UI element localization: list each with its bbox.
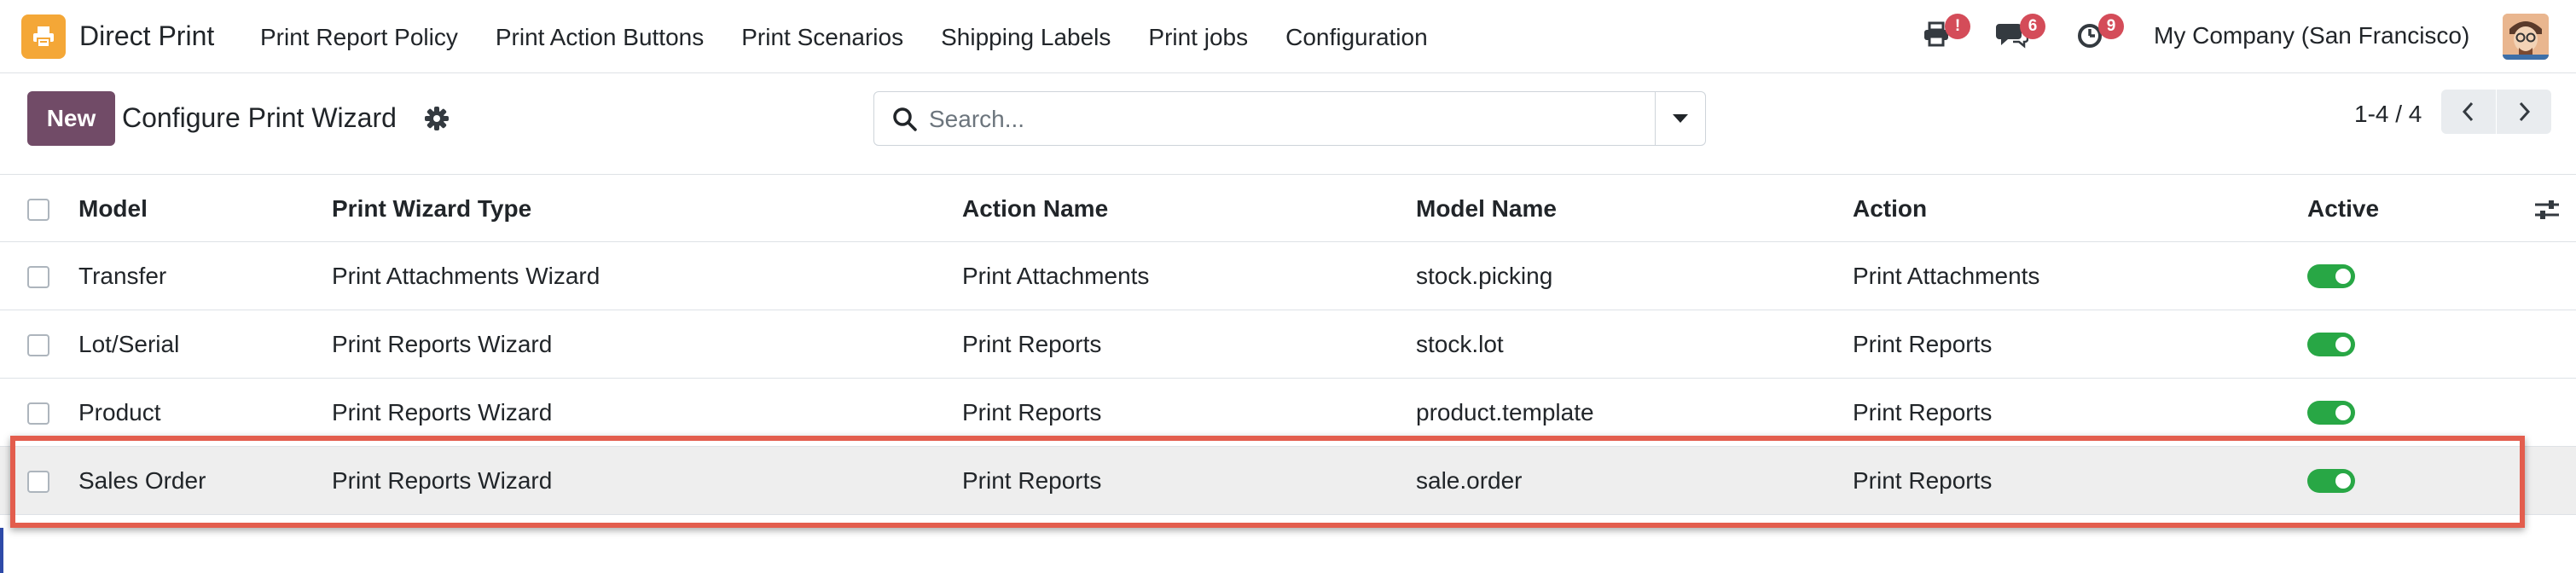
search-icon <box>893 107 917 131</box>
cell-action: Print Reports <box>1853 331 1993 357</box>
messages-badge: 6 <box>2020 14 2045 39</box>
printer-app-icon[interactable] <box>21 14 66 59</box>
cell-print-wizard-type: Print Reports Wizard <box>332 399 553 425</box>
cell-action: Print Attachments <box>1853 263 2040 289</box>
menu-item-print-jobs[interactable]: Print jobs <box>1148 22 1248 53</box>
cell-model: Product <box>78 399 161 425</box>
cell-model: Lot/Serial <box>78 331 180 357</box>
cell-model-name: sale.order <box>1416 467 1523 494</box>
active-toggle[interactable] <box>2307 333 2355 356</box>
search-input[interactable] <box>929 101 1662 138</box>
column-header-model[interactable]: Model <box>78 175 148 243</box>
cell-model-name: product.template <box>1416 399 1594 425</box>
new-button[interactable]: New <box>27 91 115 146</box>
menu-item-print-action-buttons[interactable]: Print Action Buttons <box>496 22 704 53</box>
menu-item-shipping-labels[interactable]: Shipping Labels <box>941 22 1111 53</box>
print-status-button[interactable]: ! <box>1921 14 1970 56</box>
table-row[interactable]: Sales Order Print Reports Wizard Print R… <box>0 447 2576 515</box>
window-edge <box>0 528 3 573</box>
activities-button[interactable]: 9 <box>2074 14 2124 56</box>
column-header-active[interactable]: Active <box>2307 175 2379 243</box>
active-toggle[interactable] <box>2307 469 2355 493</box>
search-options-toggle[interactable] <box>1655 92 1705 145</box>
row-checkbox[interactable] <box>27 266 49 288</box>
menu-item-configuration[interactable]: Configuration <box>1285 22 1428 53</box>
activities-badge: 9 <box>2098 14 2124 39</box>
list-table: Model Print Wizard Type Action Name Mode… <box>0 174 2576 515</box>
cell-print-wizard-type: Print Attachments Wizard <box>332 263 600 289</box>
cell-print-wizard-type: Print Reports Wizard <box>332 331 553 357</box>
chevron-left-icon <box>2462 101 2474 122</box>
cell-model: Sales Order <box>78 467 206 494</box>
column-header-print-wizard-type[interactable]: Print Wizard Type <box>332 175 531 243</box>
app-name[interactable]: Direct Print <box>79 19 214 53</box>
table-row[interactable]: Product Print Reports Wizard Print Repor… <box>0 379 2576 447</box>
active-toggle[interactable] <box>2307 264 2355 288</box>
row-checkbox[interactable] <box>27 402 49 425</box>
pager-next-button[interactable] <box>2497 90 2551 134</box>
cell-action: Print Reports <box>1853 467 1993 494</box>
table-row[interactable]: Lot/Serial Print Reports Wizard Print Re… <box>0 310 2576 379</box>
pager-previous-button[interactable] <box>2441 90 2496 134</box>
cell-model-name: stock.lot <box>1416 331 1504 357</box>
column-header-action[interactable]: Action <box>1853 175 1927 243</box>
print-status-badge: ! <box>1945 14 1970 39</box>
active-toggle[interactable] <box>2307 401 2355 425</box>
menu-item-print-report-policy[interactable]: Print Report Policy <box>260 22 458 53</box>
cell-model-name: stock.picking <box>1416 263 1553 289</box>
cell-action-name: Print Reports <box>962 467 1102 494</box>
optional-columns-icon[interactable] <box>2533 197 2561 223</box>
main-menu: Print Report Policy Print Action Buttons… <box>260 22 1465 53</box>
select-all-checkbox[interactable] <box>27 199 49 221</box>
page-title: Configure Print Wizard <box>122 102 397 133</box>
cell-model: Transfer <box>78 263 167 289</box>
table-header-row: Model Print Wizard Type Action Name Mode… <box>0 174 2576 242</box>
messages-button[interactable]: 6 <box>1996 14 2045 56</box>
user-avatar[interactable] <box>2503 14 2549 60</box>
company-switcher[interactable]: My Company (San Francisco) <box>2154 20 2469 51</box>
cell-action-name: Print Reports <box>962 399 1102 425</box>
row-checkbox[interactable] <box>27 334 49 356</box>
search-bar <box>873 91 1706 146</box>
caret-down-icon <box>1673 114 1688 123</box>
cell-action-name: Print Attachments <box>962 263 1150 289</box>
column-header-model-name[interactable]: Model Name <box>1416 175 1557 243</box>
table-row[interactable]: Transfer Print Attachments Wizard Print … <box>0 242 2576 310</box>
chevron-right-icon <box>2519 101 2531 122</box>
cell-action-name: Print Reports <box>962 331 1102 357</box>
menu-item-print-scenarios[interactable]: Print Scenarios <box>741 22 903 53</box>
top-navbar: Direct Print Print Report Policy Print A… <box>0 0 2576 73</box>
row-checkbox[interactable] <box>27 471 49 493</box>
gear-icon[interactable] <box>424 106 450 131</box>
cell-print-wizard-type: Print Reports Wizard <box>332 467 553 494</box>
pager-value[interactable]: 1-4 / 4 <box>2354 99 2422 130</box>
column-header-action-name[interactable]: Action Name <box>962 175 1108 243</box>
cell-action: Print Reports <box>1853 399 1993 425</box>
